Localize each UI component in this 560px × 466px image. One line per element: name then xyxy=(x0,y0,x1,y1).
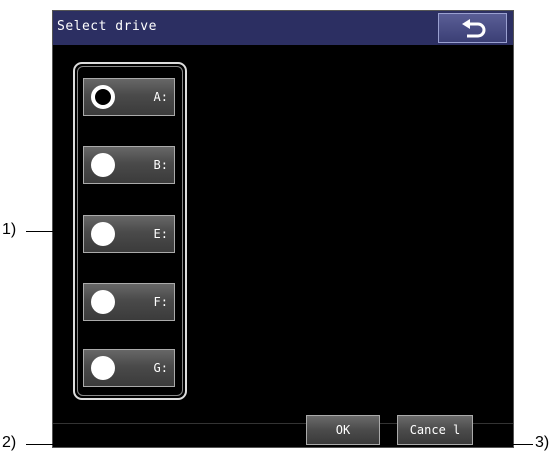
radio-unselected-icon xyxy=(91,290,115,314)
radio-unselected-icon xyxy=(91,356,115,380)
back-button[interactable] xyxy=(438,13,507,43)
callout-1-label: 1) xyxy=(2,221,17,238)
drive-label: G: xyxy=(153,361,168,375)
cancel-button[interactable]: Cance l xyxy=(397,415,473,445)
drive-label: E: xyxy=(153,227,168,241)
drive-option-a[interactable]: A: xyxy=(83,78,175,116)
callout-3-label: 3) xyxy=(535,434,550,451)
callout-2-line xyxy=(26,444,306,445)
drive-label: F: xyxy=(153,295,168,309)
drive-option-e[interactable]: E: xyxy=(83,215,175,253)
drive-label: B: xyxy=(153,158,168,172)
drive-label: A: xyxy=(153,90,168,104)
drive-option-f[interactable]: F: xyxy=(83,283,175,321)
callout-1-line xyxy=(26,231,72,232)
ok-button[interactable]: OK xyxy=(306,415,380,445)
callout-3-line xyxy=(473,444,533,445)
callout-2-label: 2) xyxy=(2,434,17,451)
radio-selected-icon xyxy=(91,85,115,109)
radio-unselected-icon xyxy=(91,222,115,246)
title-bar: Select drive xyxy=(53,11,513,45)
drive-option-b[interactable]: B: xyxy=(83,146,175,184)
drive-option-g[interactable]: G: xyxy=(83,349,175,387)
radio-unselected-icon xyxy=(91,153,115,177)
dialog-screen: Select drive A: B: E: F: G: xyxy=(52,10,514,448)
return-arrow-icon xyxy=(462,19,486,38)
dialog-title: Select drive xyxy=(57,19,157,34)
